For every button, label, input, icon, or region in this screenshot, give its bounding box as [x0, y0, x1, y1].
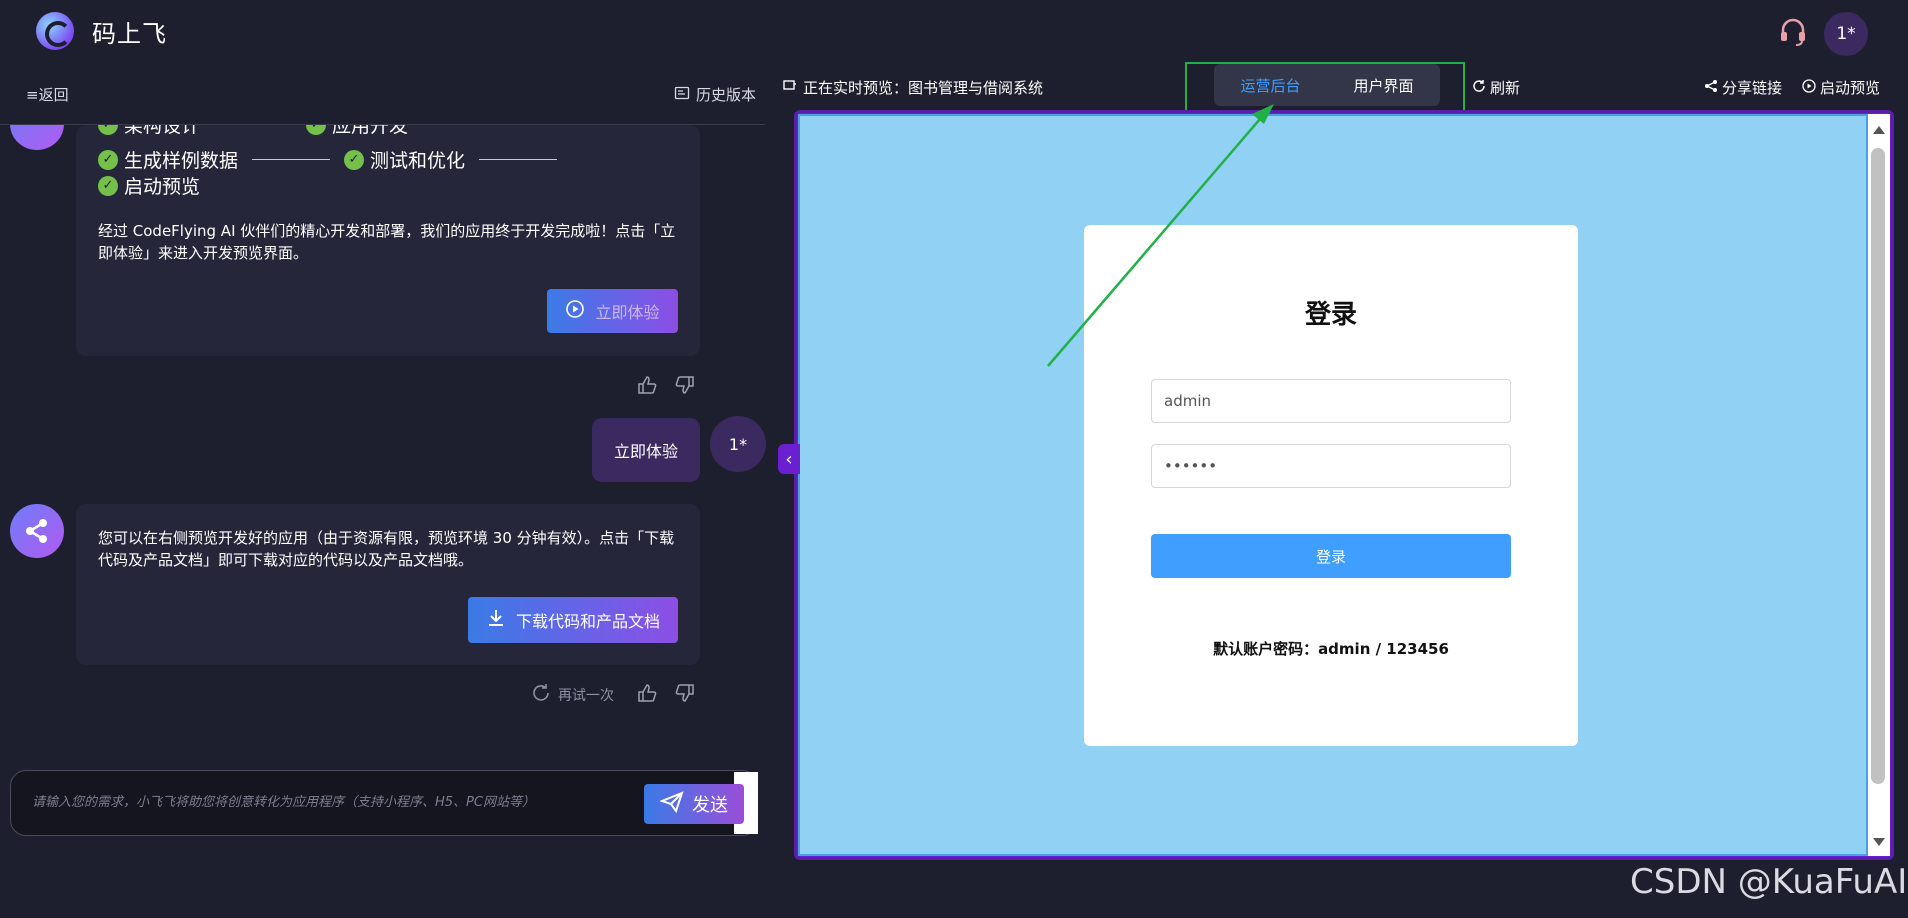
watermark: CSDN @KuaFuAI [1630, 862, 1908, 902]
annotation-arrow [1047, 104, 1274, 367]
